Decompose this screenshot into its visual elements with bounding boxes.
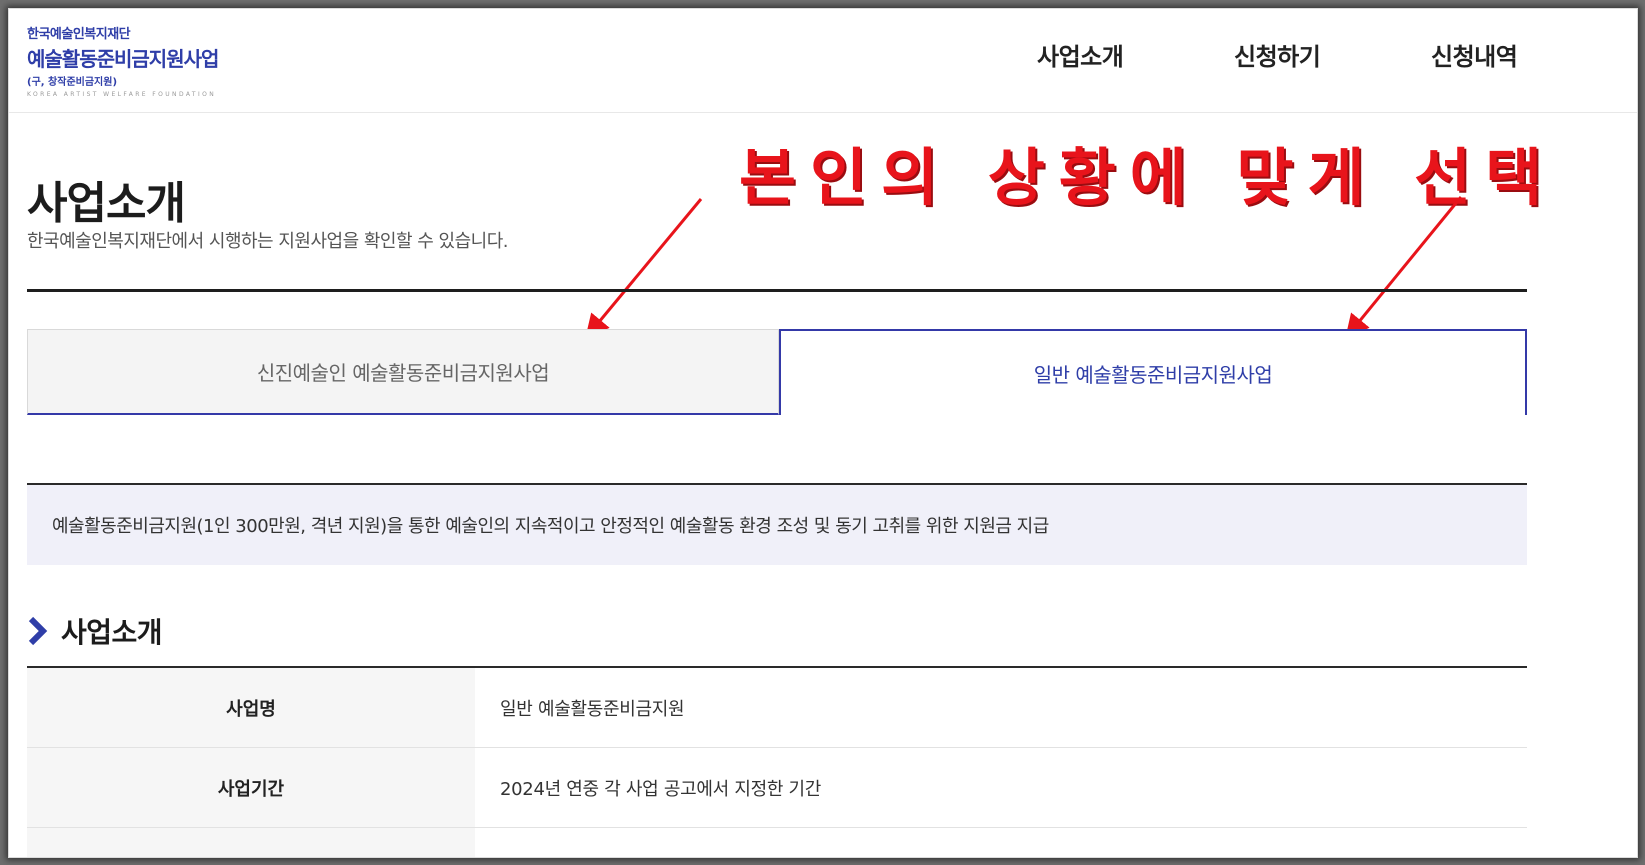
table-row: 사업기간 2024년 연중 각 사업 공고에서 지정한 기간 — [27, 748, 1527, 828]
program-summary: 예술활동준비금지원(1인 300만원, 격년 지원)을 통한 예술인의 지속적이… — [27, 483, 1527, 565]
browser-frame: 한국예술인복지재단 예술활동준비금지원사업 (구, 창작준비금지원) KOREA… — [8, 8, 1638, 858]
page-subtitle: 한국예술인복지재단에서 시행하는 지원사업을 확인할 수 있습니다. — [27, 231, 509, 252]
nav-item-history[interactable]: 신청내역 — [1431, 37, 1518, 72]
section-heading-text: 사업소개 — [61, 616, 163, 649]
table-value — [475, 828, 1527, 857]
chevron-right-icon — [28, 616, 48, 646]
nav-item-apply[interactable]: 신청하기 — [1234, 37, 1321, 72]
annotation-text: 본인의 상황에 맞게 선택 — [739, 141, 1557, 214]
nav-item-intro[interactable]: 사업소개 — [1037, 37, 1124, 72]
logo-english-name: KOREA ARTIST WELFARE FOUNDATION — [27, 91, 217, 98]
annotation-arrow-right — [1345, 196, 1463, 339]
site-logo[interactable]: 한국예술인복지재단 예술활동준비금지원사업 (구, 창작준비금지원) KOREA… — [27, 23, 219, 98]
table-key: 사업명 — [27, 668, 475, 747]
table-key: 사업기간 — [27, 748, 475, 827]
site-header: 한국예술인복지재단 예술활동준비금지원사업 (구, 창작준비금지원) KOREA… — [9, 9, 1637, 113]
logo-org-name: 한국예술인복지재단 — [27, 27, 131, 42]
table-row: 사업명 일반 예술활동준비금지원 — [27, 668, 1527, 748]
table-key — [27, 828, 475, 857]
table-value: 2024년 연중 각 사업 공고에서 지정한 기간 — [500, 778, 822, 800]
logo-program-name: 예술활동준비금지원사업 — [27, 47, 219, 71]
tab-general-artist[interactable]: 일반 예술활동준비금지원사업 — [779, 329, 1527, 415]
table-value: 일반 예술활동준비금지원 — [500, 698, 685, 720]
title-divider — [27, 289, 1527, 292]
tab-new-artist[interactable]: 신진예술인 예술활동준비금지원사업 — [27, 329, 779, 415]
table-row — [27, 828, 1527, 857]
section-heading: 사업소개 — [27, 611, 163, 651]
logo-former-name: (구, 창작준비금지원) — [27, 77, 118, 88]
page-title: 사업소개 — [27, 178, 186, 229]
annotation-arrow-left — [585, 198, 703, 339]
program-info-table: 사업명 일반 예술활동준비금지원 사업기간 2024년 연중 각 사업 공고에서… — [27, 666, 1527, 857]
